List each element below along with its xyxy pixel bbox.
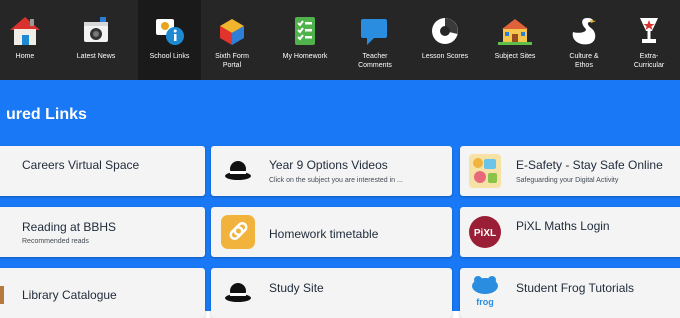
nav-item-school-links[interactable]: School Links	[138, 0, 201, 80]
nav-item-subject-sites[interactable]: Subject Sites	[482, 0, 548, 80]
nav-label-lesson-scores: Lesson Scores	[421, 53, 469, 60]
frog-logo-icon: frog	[468, 272, 502, 307]
tile-title: Homework timetable	[269, 227, 379, 241]
tile-title: PiXL Maths Login	[516, 219, 610, 233]
nav-label-my-homework: My Homework	[282, 53, 328, 60]
nav-label-subject-sites: Subject Sites	[494, 53, 536, 60]
tile-title: Reading at BBHS	[22, 220, 117, 234]
nav-label-sixth-form-portal: Sixth Form Portal	[215, 53, 249, 69]
tile-title: Study Site	[269, 281, 324, 295]
swan-icon	[567, 14, 601, 48]
svg-text:frog: frog	[476, 297, 494, 307]
nav-item-home[interactable]: Home	[0, 0, 50, 80]
tile-subtitle: Click on the subject you are interested …	[269, 177, 403, 184]
nav-item-lesson-scores[interactable]: Lesson Scores	[410, 0, 480, 80]
top-navigation-bar: Home Latest News School Links Sixth Form…	[0, 0, 680, 80]
tile-title: Year 9 Options Videos	[269, 158, 388, 172]
nav-item-sixth-form-portal[interactable]: Sixth Form Portal	[201, 0, 263, 80]
tile-pixl-maths-login[interactable]: PiXL PiXL Maths Login	[460, 207, 680, 257]
tile-title: E-Safety - Stay Safe Online	[516, 158, 663, 172]
tile-homework-timetable[interactable]: Homework timetable	[211, 207, 452, 257]
nav-label-school-links: School Links	[149, 53, 190, 60]
nav-item-teacher-comments[interactable]: Teacher Comments	[342, 0, 408, 80]
tile-title: Student Frog Tutorials	[516, 281, 635, 295]
svg-text:PiXL: PiXL	[474, 228, 496, 239]
bowler-hat-icon	[221, 278, 255, 312]
nav-item-my-homework[interactable]: My Homework	[268, 0, 342, 80]
info-icon	[153, 14, 187, 48]
camera-icon	[79, 14, 113, 48]
tile-title: Careers Virtual Space	[22, 158, 140, 172]
house-icon	[8, 14, 42, 48]
tile-subtitle: Safeguarding your Digital Activity	[516, 177, 619, 184]
nav-label-teacher-comments: Teacher Comments	[358, 53, 392, 69]
tile-subtitle: Recommended reads	[22, 238, 89, 245]
tile-title: Library Catalogue	[22, 288, 117, 302]
nav-item-culture-ethos[interactable]: Culture & Ethos	[552, 0, 616, 80]
e-safety-icon	[468, 153, 502, 188]
school-building-icon	[498, 14, 532, 48]
bowler-hat-icon	[221, 156, 255, 190]
featured-links-section: ured Links Careers Virtual Space Year 9 …	[0, 80, 680, 318]
nav-item-latest-news[interactable]: Latest News	[50, 0, 142, 80]
nav-label-home: Home	[15, 53, 35, 60]
book-edge-icon	[0, 286, 4, 304]
link-icon	[221, 215, 255, 249]
nav-label-culture-ethos: Culture & Ethos	[569, 53, 599, 69]
nav-label-extra-curricular: Extra- Curricular	[633, 53, 665, 69]
section-title: ured Links	[6, 106, 87, 123]
nav-item-extra-curricular[interactable]: Extra- Curricular	[618, 0, 680, 80]
nav-label-latest-news: Latest News	[76, 53, 116, 60]
tile-year-9-options-videos[interactable]: Year 9 Options Videos Click on the subje…	[211, 146, 452, 196]
tile-reading-at-bbhs[interactable]: Reading at BBHS Recommended reads	[0, 207, 205, 257]
speech-bubble-icon	[358, 14, 392, 48]
trophy-icon	[632, 14, 666, 48]
scores-icon	[428, 14, 462, 48]
tile-careers-virtual-space[interactable]: Careers Virtual Space	[0, 146, 205, 196]
cube-icon	[215, 14, 249, 48]
checklist-icon	[288, 14, 322, 48]
tile-e-safety[interactable]: E-Safety - Stay Safe Online Safeguarding…	[460, 146, 680, 196]
pixl-logo-icon: PiXL	[468, 215, 502, 249]
